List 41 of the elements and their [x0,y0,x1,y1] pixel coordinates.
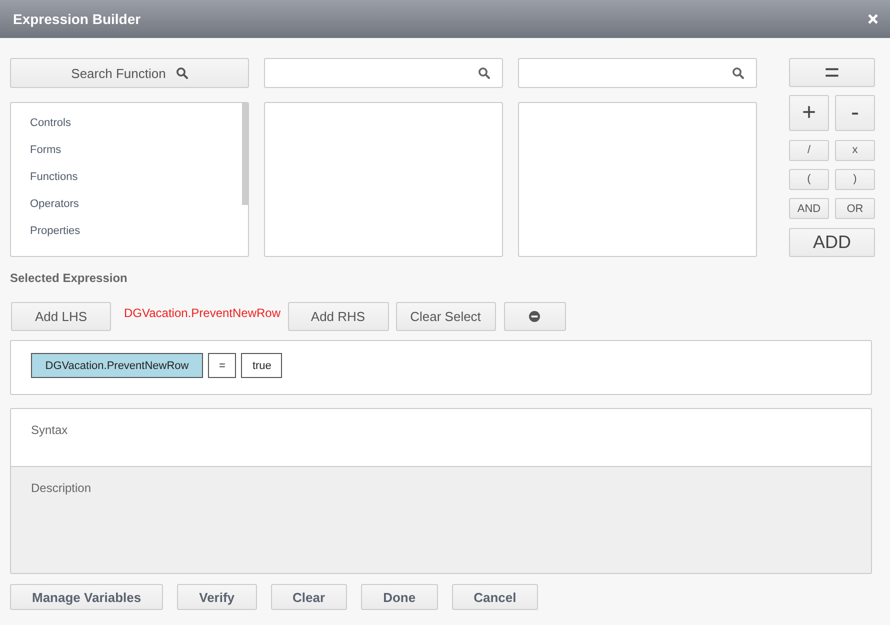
operator-button[interactable]: ) [835,168,875,190]
remove-button[interactable] [504,302,566,331]
add-lhs-button[interactable]: Add LHS [11,302,111,331]
footer-button[interactable]: Clear [270,584,348,610]
operator-button[interactable]: = [789,58,875,87]
search-field[interactable] [518,58,757,88]
add-rhs-button[interactable]: Add RHS [288,302,389,331]
search-icon [478,67,490,79]
footer-button[interactable]: Verify [177,584,257,610]
category-item[interactable]: Functions [11,164,241,191]
syntax-label: Syntax [31,423,68,437]
footer-button[interactable]: Done [361,584,438,610]
expression-token[interactable]: DGVacation.PreventNewRow [31,353,203,378]
scrollbar[interactable] [242,103,248,205]
current-selection: DGVacation.PreventNewRow [124,306,281,320]
search-function-button[interactable]: Search Function [10,58,249,88]
footer-button[interactable]: Cancel [452,584,538,610]
minus-circle-icon [529,311,540,322]
operator-button[interactable]: + [789,95,829,132]
category-item[interactable]: Forms [11,137,241,164]
footer-button[interactable]: Manage Variables [10,584,164,610]
operator-button[interactable]: ( [789,168,829,190]
description-label: Description [31,481,92,495]
category-item[interactable]: Properties [11,218,241,245]
operator-button[interactable]: ADD [789,228,875,257]
operator-button[interactable]: AND [789,198,829,220]
close-icon[interactable] [868,14,878,24]
operator-button[interactable]: x [835,140,875,161]
operator-button[interactable]: / [789,140,829,161]
expression-token[interactable]: = [208,353,236,378]
category-item[interactable]: Operators [11,191,241,218]
search-icon [732,67,744,79]
window-title: Expression Builder [13,11,141,27]
search-field[interactable] [264,58,503,88]
operator-button[interactable]: OR [835,198,875,220]
clear-select-button[interactable]: Clear Select [396,302,496,331]
search-icon [176,67,188,79]
operator-button[interactable]: - [835,95,875,132]
category-item[interactable]: Controls [11,110,241,137]
section-label: Selected Expression [10,271,128,285]
expression-token[interactable]: true [241,353,282,378]
